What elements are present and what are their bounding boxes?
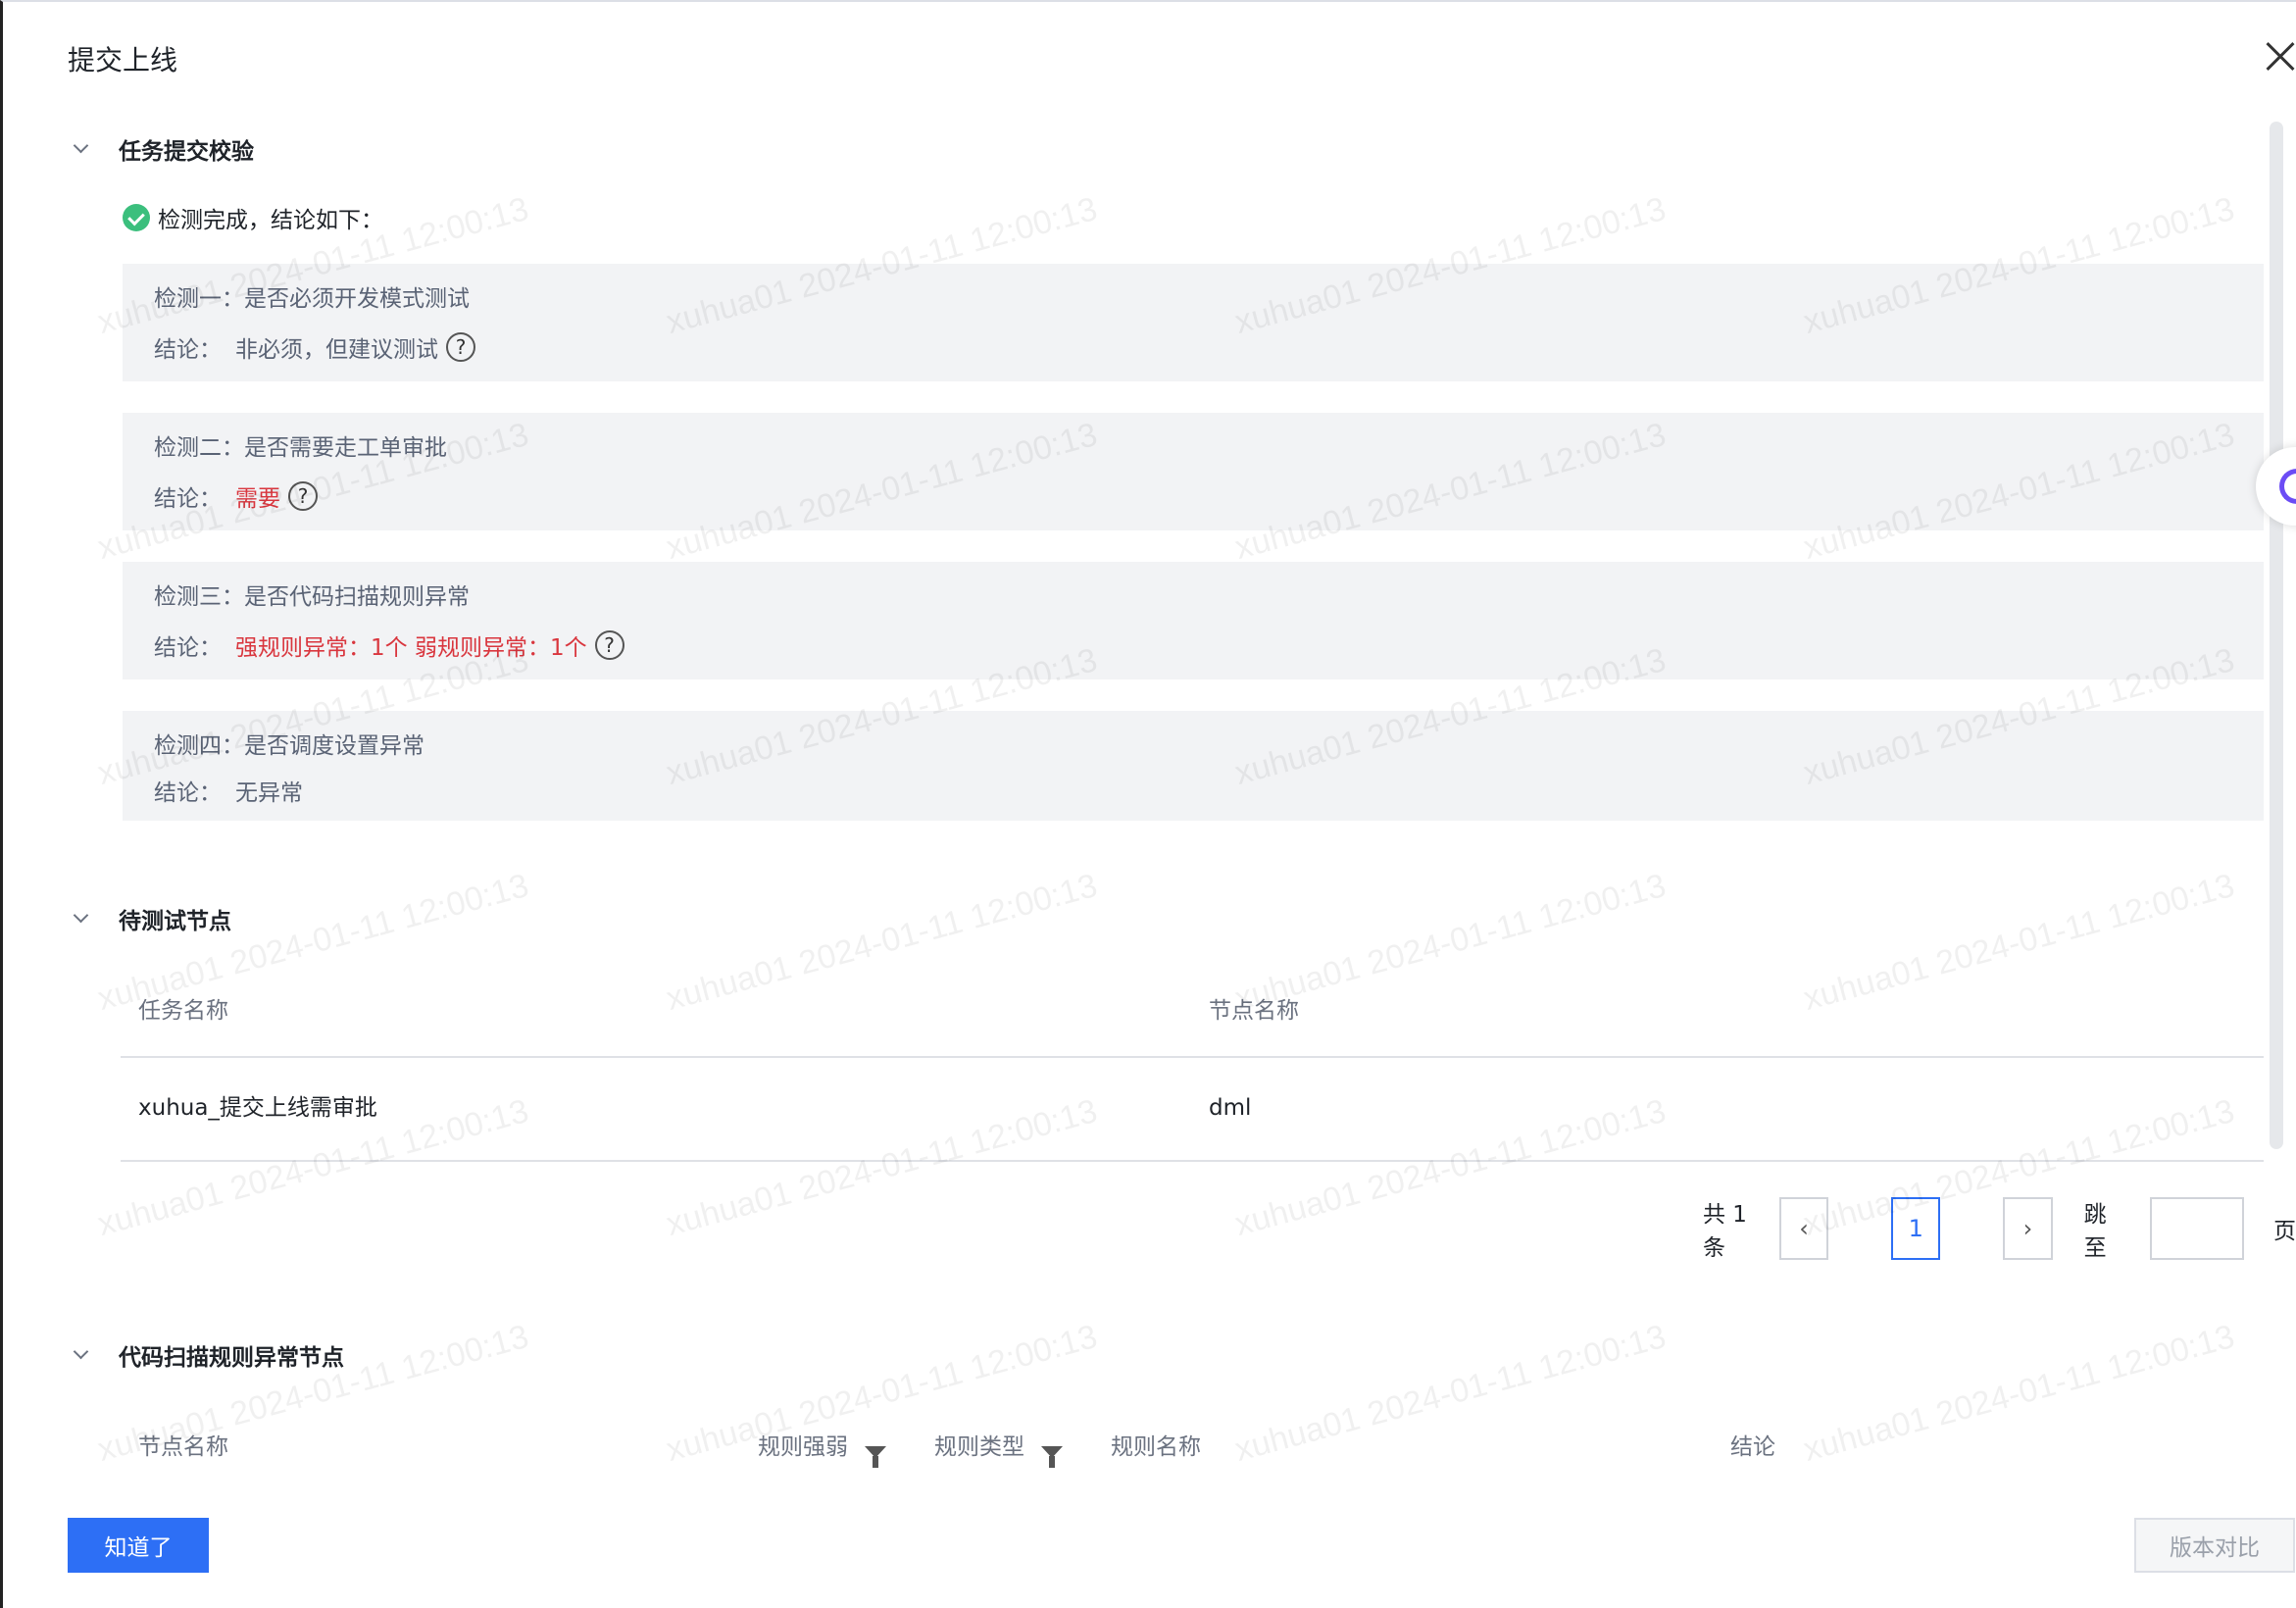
column-header-rule-strength: 规则强弱 [758, 1401, 887, 1494]
check-label: 检测二：是否需要走工单审批 [154, 428, 447, 462]
result-value: 无异常 [235, 780, 303, 806]
column-header-conclusion: 结论 [1730, 1434, 1775, 1460]
check-circle-icon [123, 204, 150, 231]
check-card-3: 检测三：是否代码扫描规则异常 结论： 强规则异常：1个 弱规则异常：1个 ? [123, 562, 2264, 679]
chevron-down-icon [68, 906, 93, 931]
question-mark-icon[interactable]: ? [446, 332, 475, 362]
jump-label: 跳至 [2083, 1202, 2107, 1261]
cell-node-name: dml [1209, 1095, 1252, 1121]
column-header-node-name: 节点名称 [1209, 998, 1299, 1024]
chevron-down-icon [68, 1342, 93, 1368]
filter-icon[interactable] [1041, 1446, 1064, 1468]
column-header-rule-type-label: 规则类型 [934, 1434, 1024, 1460]
vertical-scrollbar[interactable] [2270, 122, 2283, 1149]
check-label-text: 检测四：是否调度设置异常 [154, 733, 424, 759]
check-label-text: 检测三：是否代码扫描规则异常 [154, 584, 470, 610]
check-card-1: 检测一：是否必须开发模式测试 结论： 非必须，但建议测试 ? [123, 264, 2264, 381]
column-header-rule-strength-label: 规则强弱 [758, 1434, 848, 1460]
next-page-button[interactable]: › [2003, 1197, 2053, 1260]
result-value: 非必须，但建议测试 [235, 337, 438, 363]
chevron-down-icon [68, 136, 93, 162]
scan-table-header: 节点名称 规则强弱 规则类型 规则名称 结论 [121, 1401, 2264, 1494]
dialog-title: 提交上线 [68, 44, 178, 76]
close-icon[interactable] [2260, 37, 2296, 76]
section-toggle-scan-nodes[interactable]: 代码扫描规则异常节点 [68, 1338, 344, 1372]
column-header-task-name: 任务名称 [138, 998, 228, 1024]
question-mark-icon[interactable]: ? [288, 481, 318, 511]
check-card-2: 检测二：是否需要走工单审批 结论： 需要 ? [123, 413, 2264, 530]
check-label: 检测三：是否代码扫描规则异常 [154, 578, 470, 611]
check-label: 检测一：是否必须开发模式测试 [154, 279, 470, 313]
pending-table-header: 任务名称 节点名称 [121, 965, 2264, 1058]
prev-page-button[interactable]: ‹ [1778, 1197, 1829, 1260]
check-result: 结论： 需要 ? [154, 479, 318, 513]
version-compare-button[interactable]: 版本对比 [2134, 1518, 2295, 1573]
section-title-validation: 任务提交校验 [119, 139, 254, 165]
assistant-logo-icon [2279, 469, 2296, 504]
submit-online-dialog: 提交上线 任务提交校验 检测完成，结论如下： 检测一：是否必须开发模式测试 结论… [0, 0, 2296, 1608]
check-label-text: 检测二：是否需要走工单审批 [154, 435, 447, 461]
jump-page-input[interactable] [2149, 1197, 2244, 1260]
section-title-scan-nodes: 代码扫描规则异常节点 [119, 1345, 344, 1371]
status-text: 检测完成，结论如下： [158, 208, 383, 233]
section-toggle-pending-nodes[interactable]: 待测试节点 [68, 902, 231, 935]
check-label: 检测四：是否调度设置异常 [154, 727, 424, 760]
validation-status: 检测完成，结论如下： [123, 201, 383, 234]
cell-task-name: xuhua_提交上线需审批 [138, 1095, 377, 1121]
section-toggle-validation[interactable]: 任务提交校验 [68, 132, 254, 166]
result-label: 结论： [154, 486, 222, 512]
result-label: 结论： [154, 635, 222, 661]
page-suffix: 页 [2272, 1219, 2296, 1244]
question-mark-icon[interactable]: ? [594, 630, 624, 660]
column-header-node-name: 节点名称 [138, 1434, 228, 1460]
check-label-text: 检测一：是否必须开发模式测试 [154, 286, 470, 312]
result-value: 强规则异常：1个 弱规则异常：1个 [235, 635, 587, 661]
section-title-pending-nodes: 待测试节点 [119, 909, 231, 934]
acknowledge-button[interactable]: 知道了 [68, 1518, 209, 1573]
result-value: 需要 [235, 486, 280, 512]
result-label: 结论： [154, 337, 222, 363]
check-result: 结论： 非必须，但建议测试 ? [154, 330, 475, 364]
check-result: 结论： 强规则异常：1个 弱规则异常：1个 ? [154, 628, 624, 662]
table-row: xuhua_提交上线需审批 dml [121, 1054, 2264, 1162]
pagination-total: 共 1 条 [1703, 1202, 1747, 1261]
column-header-rule-type: 规则类型 [934, 1401, 1064, 1494]
result-label: 结论： [154, 780, 222, 806]
check-card-4: 检测四：是否调度设置异常 结论： 无异常 [123, 711, 2264, 821]
column-header-rule-name: 规则名称 [1111, 1434, 1201, 1460]
page-button-current[interactable]: 1 [1891, 1197, 1941, 1260]
check-result: 结论： 无异常 [154, 774, 303, 807]
pagination: 共 1 条 ‹ 1 › 跳至 页 [1703, 1195, 2296, 1262]
filter-icon[interactable] [865, 1446, 887, 1468]
